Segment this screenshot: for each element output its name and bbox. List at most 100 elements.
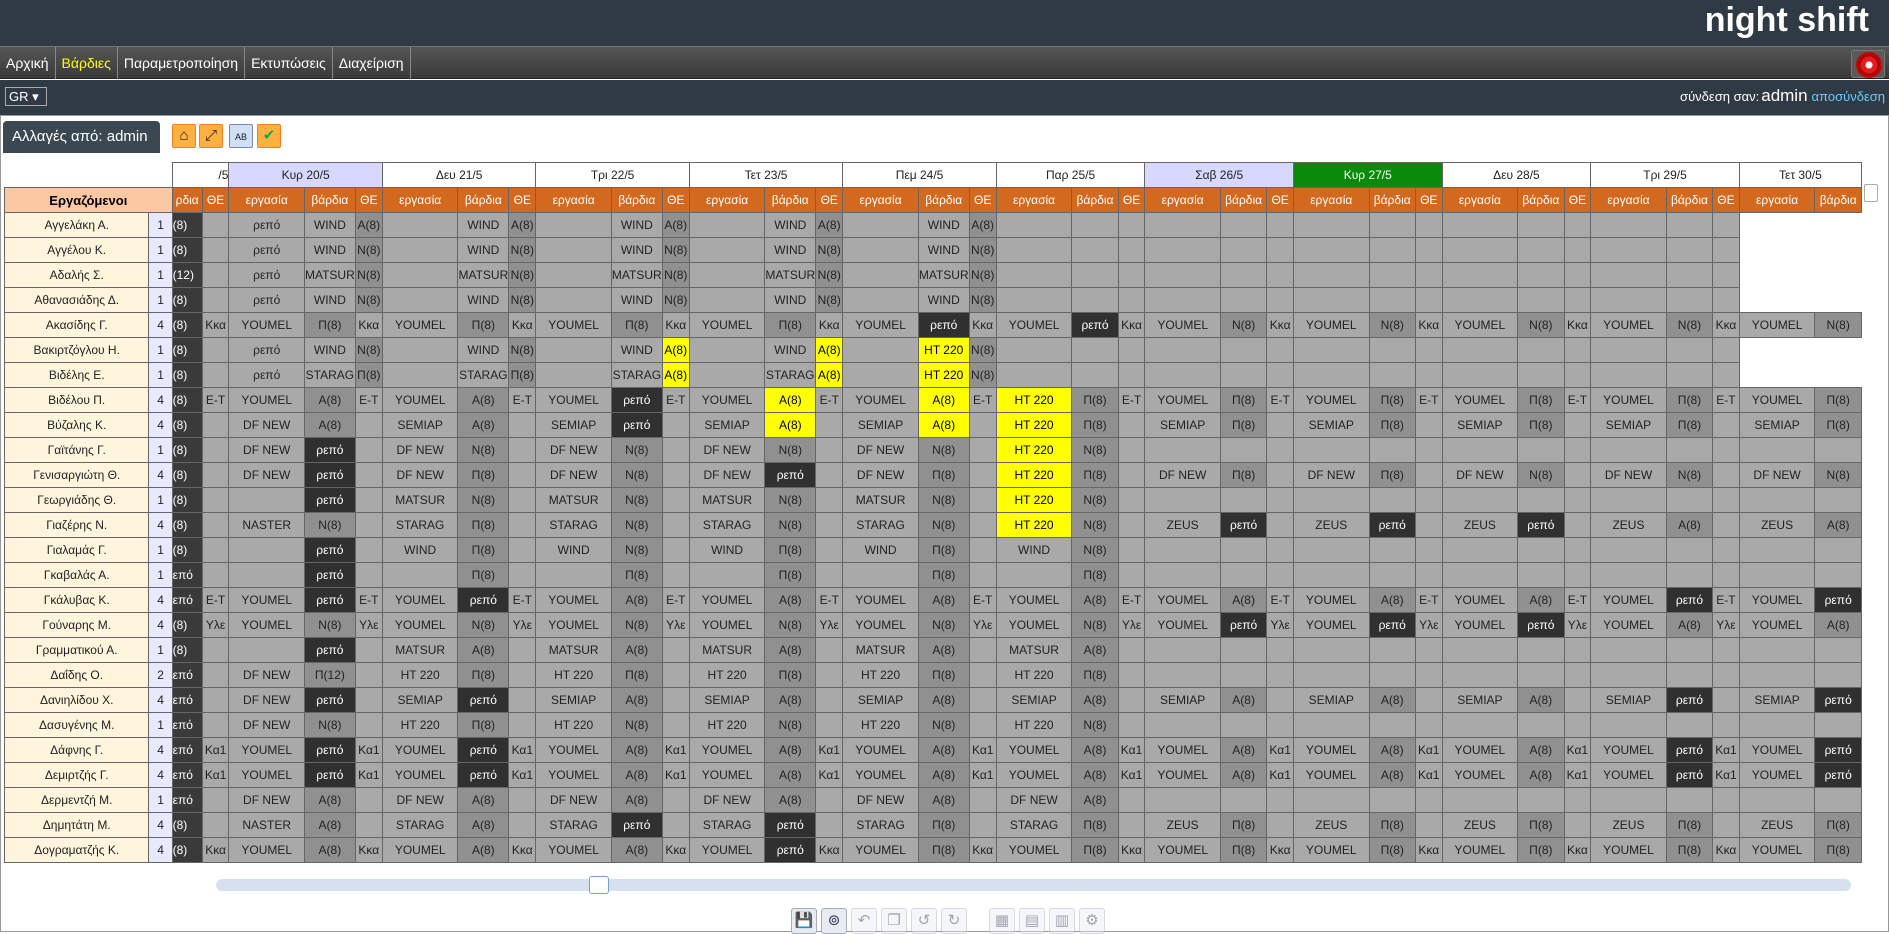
- shift-cell[interactable]: [1414, 562, 1443, 588]
- shift-cell[interactable]: YOUMEL: [1144, 312, 1221, 338]
- shift-cell[interactable]: [1712, 687, 1740, 713]
- shift-cell[interactable]: [1266, 362, 1294, 388]
- shift-cell[interactable]: HT 220: [917, 337, 970, 363]
- shift-cell[interactable]: N(8): [457, 437, 510, 463]
- shift-cell[interactable]: [1219, 787, 1268, 813]
- shift-cell[interactable]: N(8): [1071, 612, 1119, 638]
- shift-cell[interactable]: [1414, 637, 1443, 663]
- shift-cell[interactable]: (8): [171, 212, 203, 238]
- shift-cell[interactable]: [1266, 687, 1294, 713]
- shift-cell[interactable]: A(8): [1665, 512, 1714, 538]
- shift-cell[interactable]: YOUMEL: [1292, 312, 1370, 338]
- table-row[interactable]: Γκαβαλάς Α. 1 επό ρεπό Π(8) Π(8) Π(8) Π(8) Π(8): [4, 562, 1862, 588]
- shift-cell[interactable]: [1219, 712, 1268, 738]
- shift-cell[interactable]: STARAG: [303, 362, 356, 388]
- shift-cell[interactable]: ρεπό: [228, 262, 305, 288]
- shift-cell[interactable]: ρεπό: [1071, 312, 1119, 338]
- shift-cell[interactable]: DF NEW: [228, 437, 305, 463]
- shift-cell[interactable]: YOUMEL: [535, 612, 612, 638]
- shift-cell[interactable]: YOUMEL: [1292, 762, 1370, 788]
- shift-cell[interactable]: [1219, 562, 1268, 588]
- shift-cell[interactable]: Π(8): [1814, 387, 1862, 413]
- shift-cell[interactable]: YOUMEL: [535, 312, 612, 338]
- shift-cell[interactable]: Π(8): [457, 312, 510, 338]
- table-row[interactable]: Βιδέλης Ε. 1 (8) ρεπό STARAG Π(8) STARAG Π(8) ST…: [4, 362, 1862, 388]
- shift-cell[interactable]: [1368, 662, 1416, 688]
- shift-cell[interactable]: HT 220: [995, 487, 1073, 513]
- shift-cell[interactable]: YOUMEL: [535, 762, 612, 788]
- shift-cell[interactable]: A(8): [917, 587, 970, 613]
- shift-cell[interactable]: [1414, 462, 1443, 488]
- menu-item[interactable]: Εκτυπώσεις: [245, 47, 333, 79]
- shift-cell[interactable]: [228, 537, 305, 563]
- shift-cell[interactable]: [1712, 212, 1740, 238]
- shift-cell[interactable]: WIND: [688, 537, 766, 563]
- shift-cell[interactable]: Κκα: [968, 312, 997, 338]
- shift-cell[interactable]: WIND: [842, 537, 919, 563]
- shift-cell[interactable]: N(8): [610, 537, 663, 563]
- shift-cell[interactable]: [1563, 487, 1592, 513]
- shift-cell[interactable]: [508, 712, 537, 738]
- shift-cell[interactable]: HT 220: [381, 712, 459, 738]
- shift-cell[interactable]: N(8): [917, 712, 970, 738]
- shift-cell[interactable]: [842, 337, 919, 363]
- shift-cell[interactable]: YOUMEL: [842, 837, 919, 863]
- shift-cell[interactable]: [661, 687, 690, 713]
- shift-cell[interactable]: [1441, 787, 1519, 813]
- shift-cell[interactable]: A(8): [764, 387, 817, 413]
- shift-cell[interactable]: [1144, 787, 1221, 813]
- shift-cell[interactable]: YOUMEL: [228, 762, 305, 788]
- shift-cell[interactable]: A(8): [917, 762, 970, 788]
- shift-cell[interactable]: N(8): [917, 512, 970, 538]
- shift-cell[interactable]: [968, 787, 997, 813]
- shift-cell[interactable]: N(8): [610, 462, 663, 488]
- shift-cell[interactable]: A(8): [303, 787, 356, 813]
- shift-cell[interactable]: YOUMEL: [1292, 587, 1370, 613]
- shift-cell[interactable]: E-T: [1712, 587, 1740, 613]
- shift-cell[interactable]: [1563, 787, 1592, 813]
- shift-cell[interactable]: [1266, 537, 1294, 563]
- shift-cell[interactable]: N(8): [1517, 462, 1565, 488]
- shift-cell[interactable]: N(8): [968, 362, 997, 388]
- shift-cell[interactable]: YOUMEL: [688, 312, 766, 338]
- shift-cell[interactable]: YOUMEL: [1738, 837, 1816, 863]
- shift-cell[interactable]: [228, 637, 305, 663]
- shift-cell[interactable]: Π(8): [1517, 387, 1565, 413]
- shift-cell[interactable]: (8): [171, 237, 203, 263]
- shift-cell[interactable]: [815, 512, 844, 538]
- shift-cell[interactable]: WIND: [457, 237, 510, 263]
- shift-cell[interactable]: N(8): [1814, 462, 1862, 488]
- shift-cell[interactable]: HT 220: [995, 512, 1073, 538]
- shift-cell[interactable]: Π(8): [1665, 812, 1714, 838]
- shift-cell[interactable]: [354, 787, 383, 813]
- shift-cell[interactable]: DF NEW: [688, 787, 766, 813]
- shift-cell[interactable]: [535, 562, 612, 588]
- shift-cell[interactable]: [661, 512, 690, 538]
- shift-cell[interactable]: YOUMEL: [1590, 587, 1667, 613]
- shift-cell[interactable]: Κα1: [201, 737, 230, 763]
- shift-cell[interactable]: MATSUR: [917, 262, 970, 288]
- shift-cell[interactable]: E-T: [815, 587, 844, 613]
- shift-cell[interactable]: [1738, 662, 1816, 688]
- shift-cell[interactable]: SEMIAP: [842, 412, 919, 438]
- shift-cell[interactable]: [1563, 237, 1592, 263]
- shift-cell[interactable]: [688, 562, 766, 588]
- shift-cell[interactable]: DF NEW: [1441, 462, 1519, 488]
- shift-cell[interactable]: A(8): [764, 412, 817, 438]
- shift-cell[interactable]: (8): [171, 462, 203, 488]
- shift-cell[interactable]: [1117, 637, 1146, 663]
- settings-link-button[interactable]: ⚙: [1079, 908, 1105, 934]
- shift-cell[interactable]: YOUMEL: [995, 587, 1073, 613]
- shift-cell[interactable]: Π(8): [1665, 412, 1714, 438]
- shift-cell[interactable]: [1117, 237, 1146, 263]
- shift-cell[interactable]: Κα1: [661, 762, 690, 788]
- shift-cell[interactable]: [1563, 462, 1592, 488]
- shift-cell[interactable]: [381, 237, 459, 263]
- shift-cell[interactable]: [1441, 637, 1519, 663]
- shift-cell[interactable]: Κκα: [1117, 312, 1146, 338]
- shift-cell[interactable]: A(8): [764, 787, 817, 813]
- shift-cell[interactable]: E-T: [201, 387, 230, 413]
- shift-cell[interactable]: N(8): [968, 237, 997, 263]
- shift-cell[interactable]: [1665, 337, 1714, 363]
- shift-cell[interactable]: ρεπό: [1517, 612, 1565, 638]
